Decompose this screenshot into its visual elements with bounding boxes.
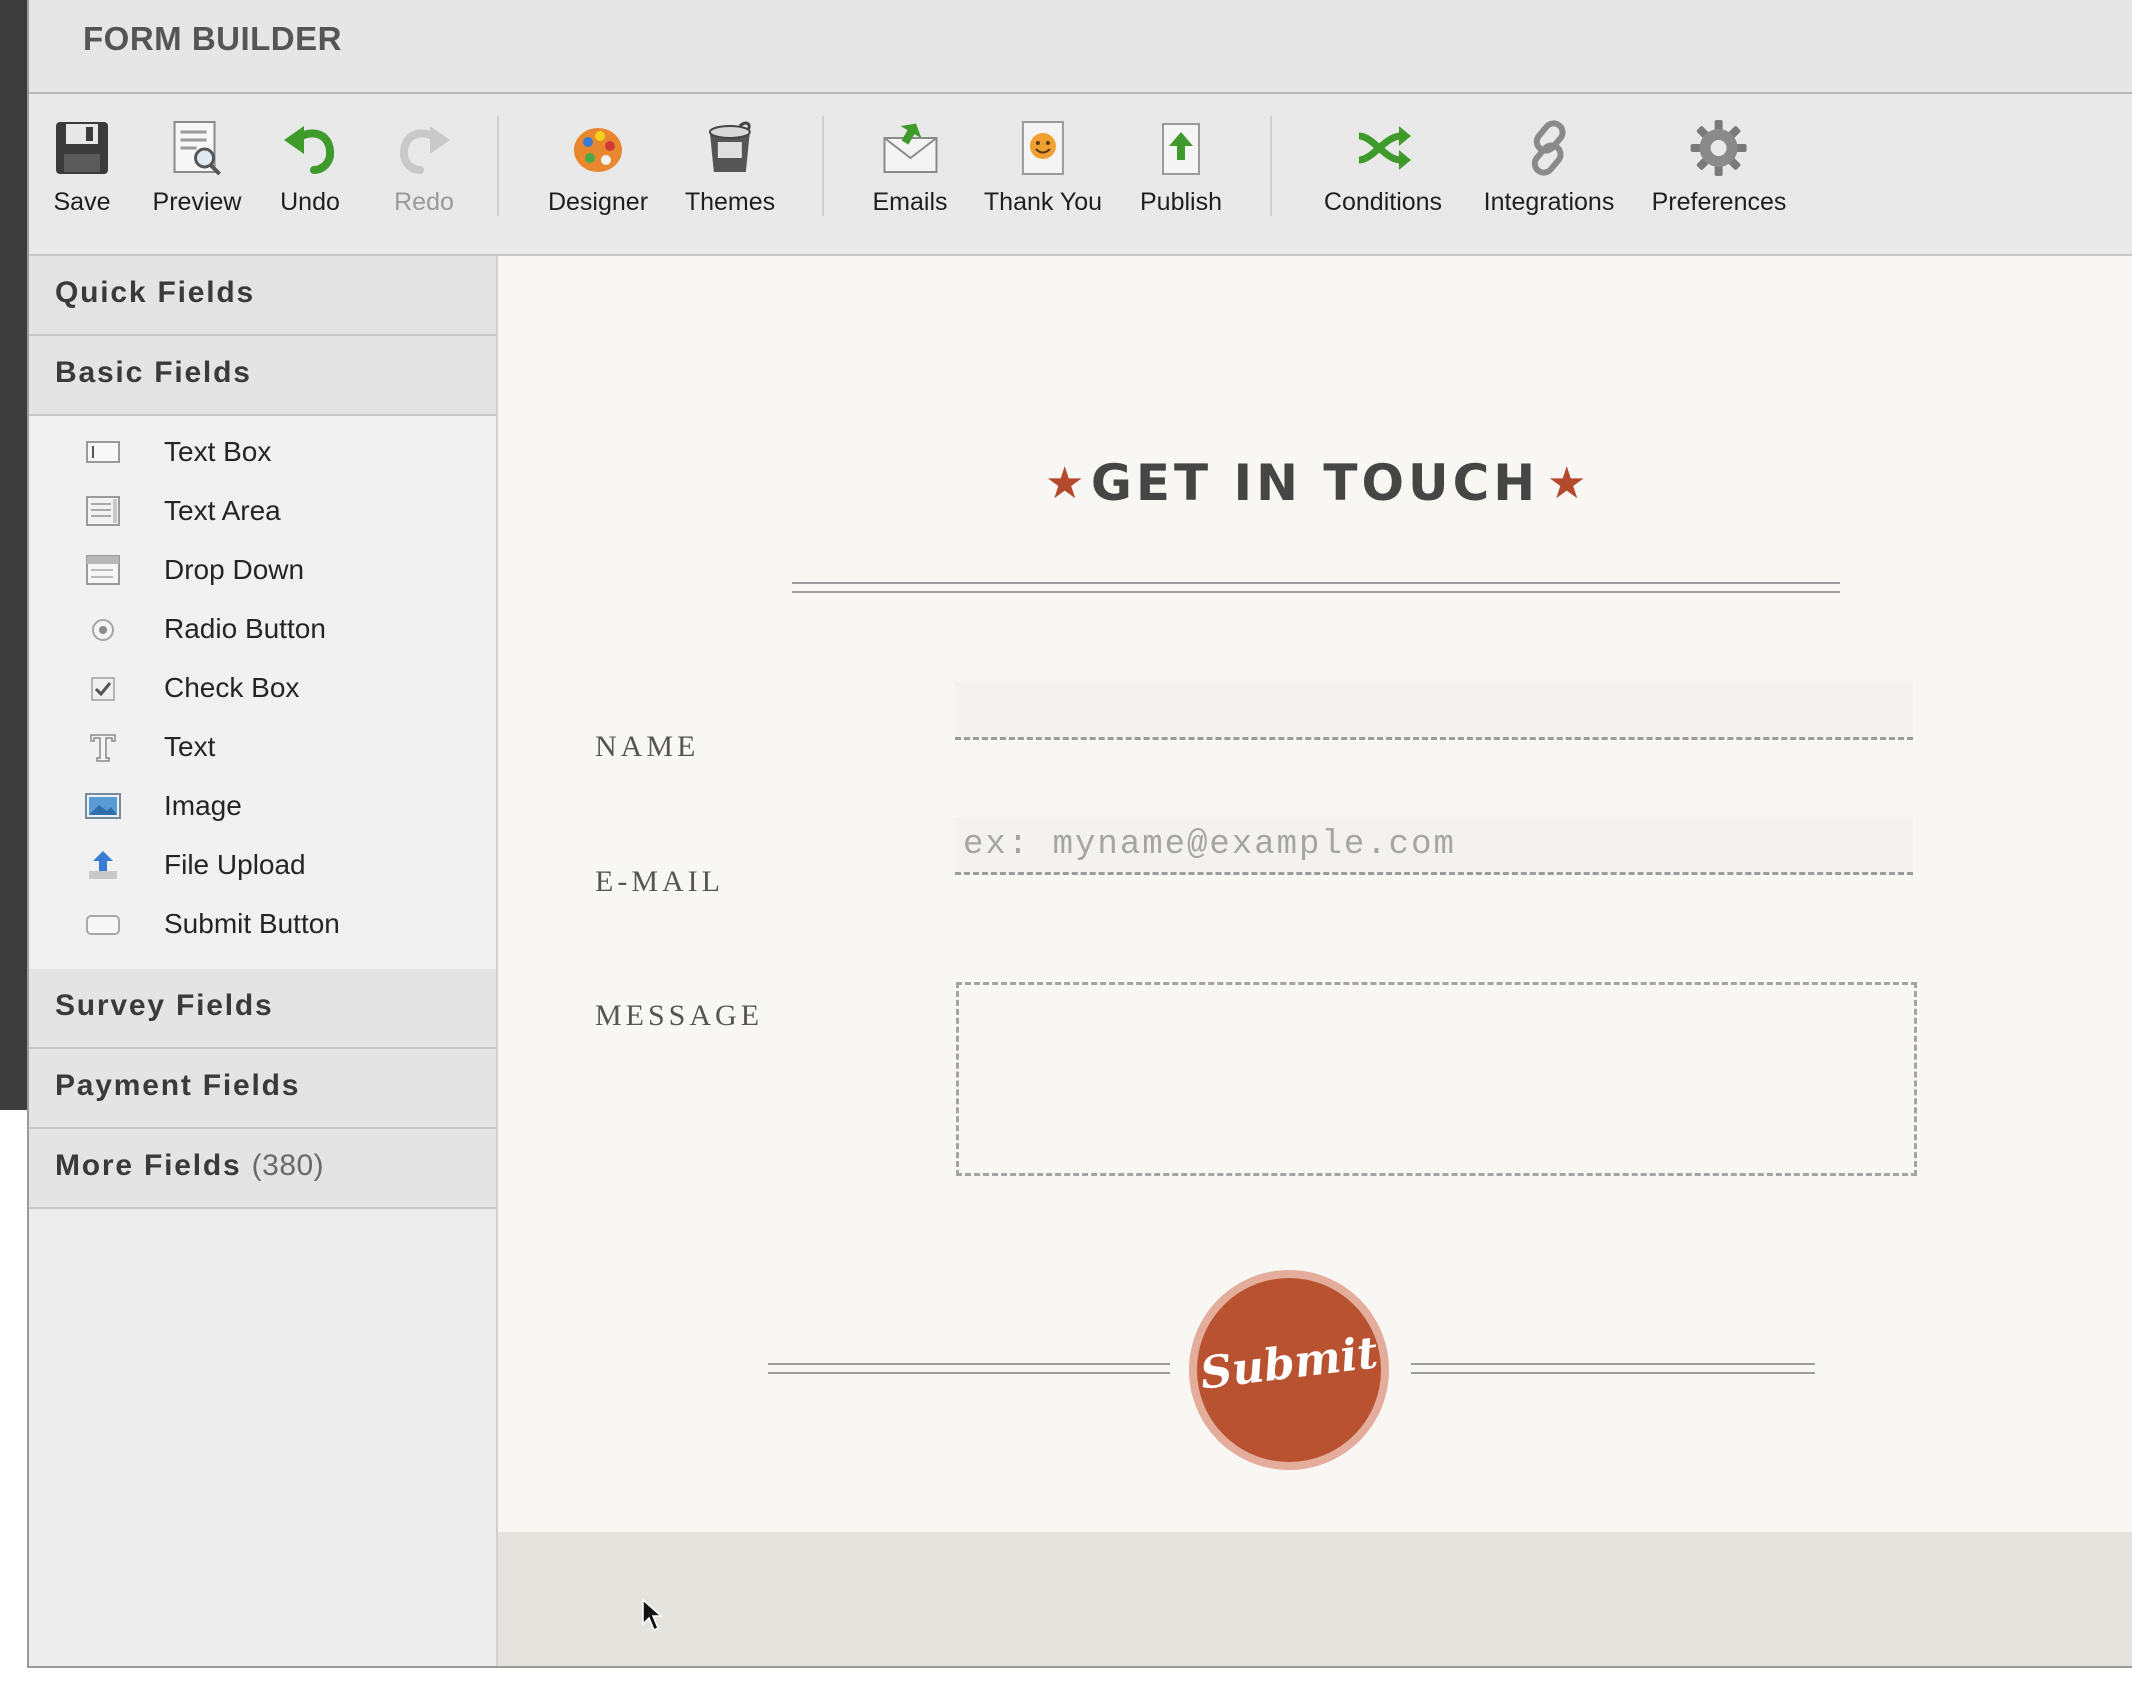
preferences-button[interactable]: Preferences (1651, 118, 1787, 217)
form-title: GET IN TOUCH (1090, 454, 1540, 512)
publish-button[interactable]: Publish (1140, 118, 1222, 217)
paint-bucket-icon (709, 121, 751, 172)
redo-label: Redo (394, 188, 454, 216)
title-divider (792, 582, 1840, 593)
designer-label: Designer (547, 188, 649, 216)
title-star-right: ★ (1547, 459, 1587, 508)
field-label: Check Box (164, 672, 300, 703)
name-label: NAME (595, 730, 700, 763)
email-input[interactable] (955, 817, 1913, 875)
category-basic-fields[interactable]: Basic Fields (29, 336, 496, 416)
canvas-footer (498, 1532, 2132, 1666)
field-label: Radio Button (164, 613, 326, 644)
drop-down-icon (86, 555, 120, 585)
submit-button[interactable]: Submit (1189, 1270, 1389, 1470)
redo-button[interactable]: Redo (394, 118, 454, 217)
field-sidebar: Quick Fields Basic Fields Text Box Text … (29, 256, 498, 1666)
category-name: More Fields (55, 1149, 242, 1182)
smiley-page-icon (1021, 121, 1064, 175)
palette-icon (574, 128, 622, 172)
file-upload-icon (89, 851, 117, 879)
preview-icon (173, 121, 222, 176)
crossing-arrows-icon (1358, 126, 1411, 170)
basic-fields-list: Text Box Text Area Drop Down Radio Butto… (29, 416, 496, 969)
field-label: Drop Down (164, 554, 305, 585)
name-input[interactable] (955, 682, 1913, 740)
title-star-left: ★ (1045, 459, 1085, 508)
category-quick-fields[interactable]: Quick Fields (29, 256, 496, 336)
category-survey-fields[interactable]: Survey Fields (29, 969, 496, 1049)
submit-label: Submit (1197, 1327, 1381, 1400)
submit-divider-right (1411, 1363, 1815, 1374)
category-label: Survey Fields (55, 989, 274, 1022)
conditions-label: Conditions (1323, 188, 1443, 216)
undo-label: Undo (280, 188, 340, 216)
publish-label: Publish (1140, 188, 1222, 216)
designer-button[interactable]: Designer (548, 118, 648, 217)
category-label: Payment Fields (55, 1069, 301, 1102)
submit-button-icon (86, 915, 120, 935)
submit-button-face: Submit (1197, 1278, 1381, 1462)
field-label: Text Area (164, 495, 281, 526)
themes-button[interactable]: Themes (685, 118, 775, 217)
toolbar-separator (497, 116, 499, 216)
floppy-disk-icon (56, 122, 108, 174)
thank-you-label: Thank You (983, 188, 1103, 216)
radio-button-icon (92, 619, 114, 641)
undo-arrow-icon (284, 126, 335, 174)
mouse-cursor-icon (642, 1598, 663, 1632)
emails-label: Emails (872, 188, 948, 216)
toolbar-separator (1270, 116, 1272, 216)
field-label: Text (164, 731, 216, 762)
preferences-label: Preferences (1651, 188, 1787, 216)
field-label: Image (164, 790, 242, 821)
email-label: E-MAIL (595, 865, 724, 898)
conditions-button[interactable]: Conditions (1324, 118, 1442, 217)
text-area-icon (86, 496, 120, 526)
category-label: Basic Fields (55, 356, 252, 389)
preview-button[interactable]: Preview (152, 118, 242, 217)
chain-link-icon (1532, 120, 1566, 176)
text-box-icon (86, 441, 120, 463)
submit-divider-left (768, 1363, 1170, 1374)
toolbar-separator (822, 116, 824, 216)
integrations-button[interactable]: Integrations (1483, 118, 1615, 217)
field-label: File Upload (164, 849, 306, 880)
category-payment-fields[interactable]: Payment Fields (29, 1049, 496, 1129)
category-label: Quick Fields (55, 276, 255, 309)
title-bar: FORM BUILDER (29, 0, 2132, 94)
field-label: Submit Button (164, 908, 340, 939)
app-title: FORM BUILDER (83, 20, 342, 57)
category-more-fields[interactable]: More Fields (380) (29, 1129, 496, 1209)
message-textarea[interactable] (956, 982, 1917, 1176)
envelope-icon (882, 123, 937, 173)
redo-arrow-icon (399, 126, 450, 174)
upload-page-icon (1162, 123, 1200, 175)
image-icon (85, 793, 121, 819)
category-label: More Fields (380) (55, 1149, 324, 1183)
themes-label: Themes (684, 188, 776, 216)
integrations-label: Integrations (1483, 188, 1615, 216)
window-edge (0, 0, 28, 1110)
save-label: Save (53, 188, 111, 216)
field-label: Text Box (164, 436, 272, 467)
thank-you-button[interactable]: Thank You (984, 118, 1102, 217)
undo-button[interactable]: Undo (280, 118, 340, 217)
check-box-icon (91, 677, 115, 701)
save-button[interactable]: Save (52, 118, 112, 217)
category-count: (380) (251, 1149, 325, 1182)
window-border-bottom (27, 1666, 2132, 1668)
gear-icon (1690, 120, 1747, 176)
preview-label: Preview (152, 188, 242, 216)
text-t-icon (90, 734, 116, 762)
message-label: MESSAGE (595, 999, 764, 1032)
emails-button[interactable]: Emails (872, 118, 948, 217)
form-builder-window: FORM BUILDER Save Preview Undo Redo Desi… (0, 0, 2132, 1698)
toolbar: Save Preview Undo Redo Designer Themes E… (29, 94, 2132, 256)
